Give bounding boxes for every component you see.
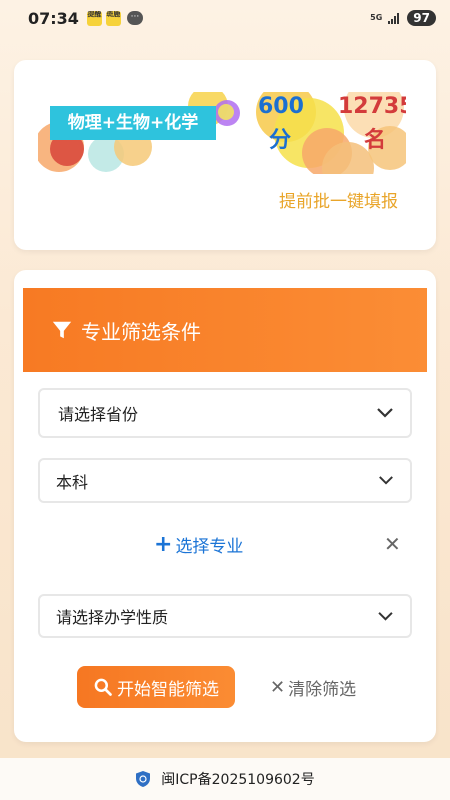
clear-major-button[interactable]: ✕ bbox=[384, 533, 401, 555]
choose-major-button[interactable]: + 选择专业 bbox=[154, 532, 243, 557]
clear-button-label: 清除筛选 bbox=[288, 679, 357, 700]
education-level-select[interactable]: 本科 bbox=[38, 458, 412, 503]
search-icon bbox=[94, 678, 112, 696]
filter-card: 专业筛选条件 请选择省份 本科 + 选择专业 ✕ 请选择办学性质 开始智能筛选 … bbox=[14, 270, 436, 742]
decorative-bubble bbox=[218, 104, 234, 120]
province-select-value: 请选择省份 bbox=[58, 405, 139, 424]
score-card: 物理+生物+化学 600 分 12735 名 提前批一键填报 bbox=[14, 60, 436, 250]
status-time: 07:34 bbox=[28, 8, 79, 28]
score-value: 600 bbox=[258, 94, 304, 119]
choose-major-label: 选择专业 bbox=[175, 537, 244, 557]
chevron-down-icon bbox=[376, 407, 394, 419]
clear-filter-button[interactable]: ✕ 清除筛选 bbox=[270, 666, 356, 708]
chat-icon: ··· bbox=[126, 11, 143, 25]
network-type: 5G bbox=[370, 13, 383, 22]
school-nature-select[interactable]: 请选择办学性质 bbox=[38, 594, 412, 638]
status-indicators: 5G 97 bbox=[370, 10, 436, 26]
footer: 闽ICP备2025109602号 bbox=[0, 758, 450, 800]
close-icon: ✕ bbox=[270, 676, 286, 698]
icp-record-link[interactable]: 闽ICP备2025109602号 bbox=[161, 769, 314, 789]
province-select[interactable]: 请选择省份 bbox=[38, 388, 412, 438]
shield-icon bbox=[136, 771, 151, 787]
start-smart-filter-button[interactable]: 开始智能筛选 bbox=[77, 666, 235, 708]
filter-icon bbox=[52, 321, 72, 339]
education-level-value: 本科 bbox=[56, 472, 89, 492]
early-batch-fill-link[interactable]: 提前批一键填报 bbox=[279, 187, 398, 212]
start-button-label: 开始智能筛选 bbox=[117, 679, 219, 700]
subject-combination-tag: 物理+生物+化学 bbox=[50, 106, 216, 140]
rank-value: 12735 bbox=[338, 94, 406, 119]
rank-unit: 名 bbox=[364, 128, 387, 153]
notification-app-icon: 提醒 bbox=[86, 10, 102, 26]
score-unit: 分 bbox=[268, 128, 291, 153]
signal-icon bbox=[388, 12, 400, 24]
plus-icon: + bbox=[154, 531, 173, 557]
chevron-down-icon bbox=[377, 611, 394, 622]
filter-header: 专业筛选条件 bbox=[23, 288, 427, 372]
status-bar: 07:34 提醒 斑鹿 ··· 5G 97 bbox=[0, 0, 450, 36]
score-banner: 物理+生物+化学 600 分 12735 名 bbox=[38, 92, 406, 174]
chevron-down-icon bbox=[378, 475, 394, 486]
notification-app-icon: 斑鹿 bbox=[105, 10, 121, 26]
filter-header-title: 专业筛选条件 bbox=[81, 319, 201, 344]
school-nature-value: 请选择办学性质 bbox=[56, 608, 169, 627]
battery-level: 97 bbox=[407, 10, 436, 26]
